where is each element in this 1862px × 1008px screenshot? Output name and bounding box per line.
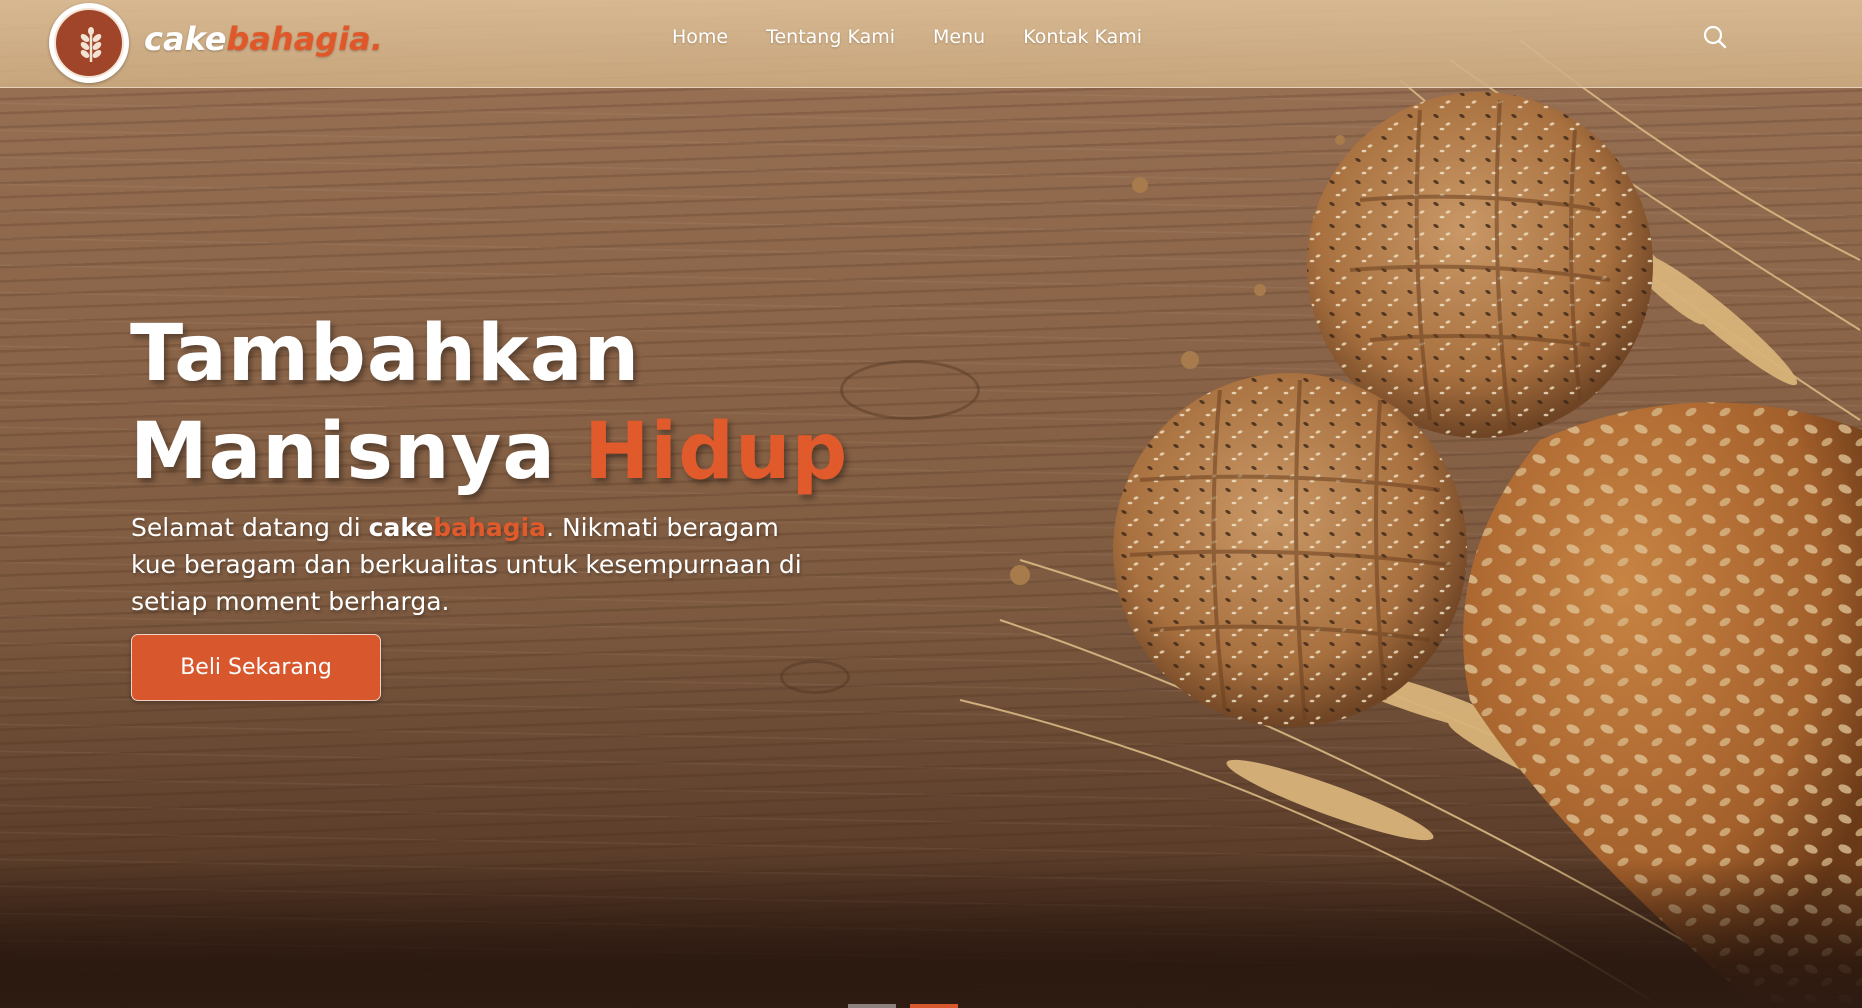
main-nav: Home Tentang Kami Menu Kontak Kami [672, 26, 1180, 48]
nav-menu[interactable]: Menu [933, 26, 985, 48]
hero-desc-brand2: bahagia [433, 513, 547, 542]
hero-bottom-fade [0, 860, 1862, 1008]
hero-title-word: Manisnya [130, 407, 556, 497]
logo[interactable] [49, 3, 129, 83]
hero-title-line1: Tambahkan [130, 309, 641, 399]
hero-title: Tambahkan Manisnya Hidup [130, 305, 848, 501]
navbar: cakebahagia. Home Tentang Kami Menu Kont… [0, 0, 1862, 88]
nav-tentang-kami[interactable]: Tentang Kami [766, 26, 895, 48]
carousel-indicator-1[interactable] [848, 1004, 896, 1008]
nav-kontak-kami[interactable]: Kontak Kami [1023, 26, 1142, 48]
bread-hero-image [959, 39, 1862, 1008]
hero-description: Selamat datang di cakebahagia. Nikmati b… [131, 509, 831, 620]
hero-desc-brand1: cake [368, 513, 434, 542]
nav-home[interactable]: Home [672, 26, 728, 48]
carousel-indicator-2[interactable] [910, 1004, 958, 1008]
carousel-indicators [848, 1004, 958, 1008]
search-icon [1703, 25, 1727, 49]
buy-now-button[interactable]: Beli Sekarang [131, 634, 381, 701]
logo-badge [54, 8, 124, 78]
brand-name-dot: . [370, 20, 383, 58]
brand-name-part1: cake [144, 20, 227, 58]
page: cakebahagia. Home Tentang Kami Menu Kont… [0, 0, 1862, 1008]
brand-name[interactable]: cakebahagia. [144, 20, 383, 58]
hero-desc-prefix: Selamat datang di [131, 513, 369, 542]
wheat-icon [80, 27, 102, 62]
hero-title-accent: Hidup [584, 407, 849, 497]
search-button[interactable] [1702, 24, 1728, 50]
brand-name-part2: bahagia [226, 20, 371, 58]
